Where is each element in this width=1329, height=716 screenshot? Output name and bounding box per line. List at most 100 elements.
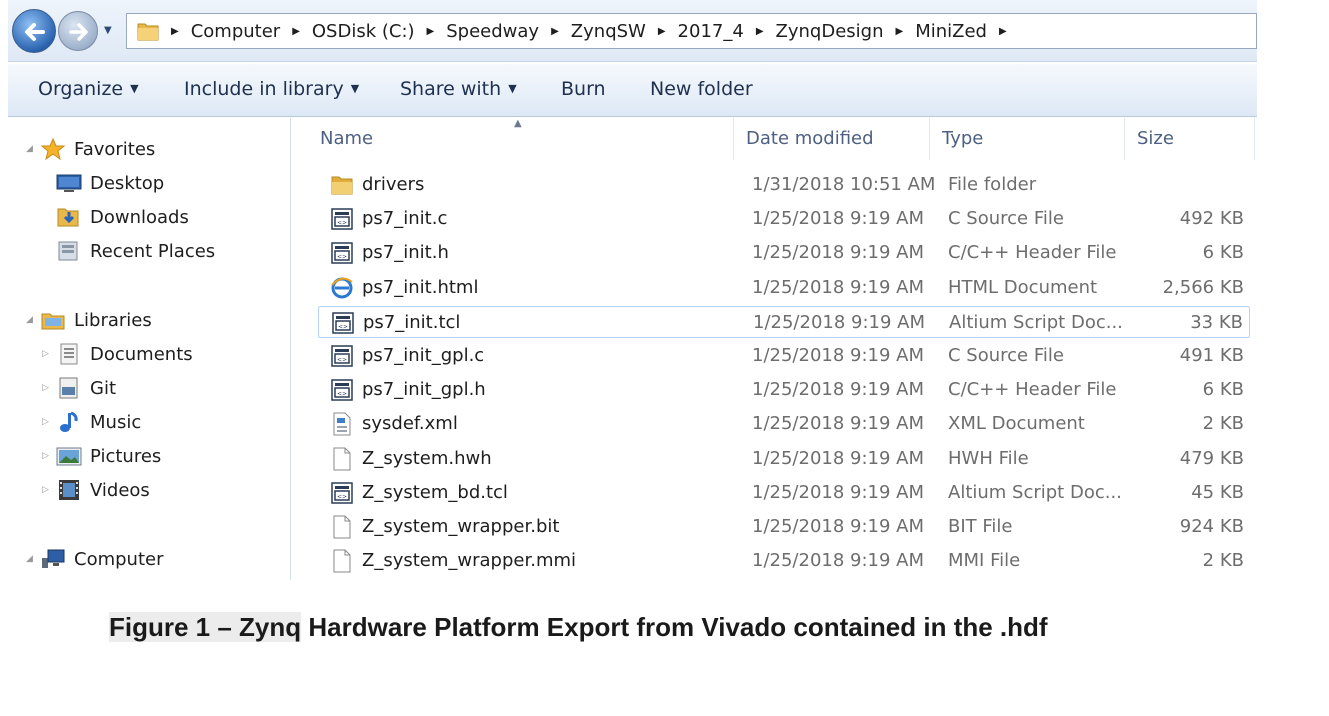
svg-text:<>: <> — [338, 323, 348, 330]
nav-recent-places[interactable]: Recent Places — [56, 236, 215, 266]
file-row[interactable]: <> ps7_init.h 1/25/2018 9:19 AM C/C++ Heade… — [318, 237, 1250, 269]
breadcrumb-item[interactable]: ▶ OSDisk (C:) — [290, 21, 424, 42]
file-name: ps7_init.h — [362, 242, 449, 264]
nav-music[interactable]: ▷ Music — [42, 407, 141, 437]
file-type: HWH File — [948, 447, 1029, 469]
expand-arrow-icon[interactable]: ◢ — [26, 144, 40, 154]
nav-computer[interactable]: ◢ Computer — [26, 544, 163, 574]
file-row[interactable]: <> ps7_init_gpl.h 1/25/2018 9:19 AM C/C++ H… — [318, 374, 1250, 406]
file-type: C/C++ Header File — [948, 242, 1117, 264]
expand-arrow-icon[interactable]: ▷ — [42, 383, 56, 393]
file-list: Name ▲ Date modified Type Size drivers 1/… — [292, 118, 1257, 580]
include-in-library-button[interactable]: Include in library ▼ — [184, 78, 359, 100]
nav-pictures-label: Pictures — [90, 445, 162, 467]
svg-text:<>: <> — [337, 357, 347, 364]
folder-icon — [137, 23, 159, 41]
file-size: 2 KB — [1202, 550, 1244, 572]
file-row[interactable]: <> Z_system_bd.tcl 1/25/2018 9:19 AM Altium… — [318, 477, 1250, 509]
expand-arrow-icon[interactable]: ▷ — [42, 485, 56, 495]
file-row[interactable]: drivers 1/31/2018 10:51 AM File folder — [318, 169, 1250, 201]
svg-text:<>: <> — [337, 254, 347, 261]
nav-videos[interactable]: ▷ Videos — [42, 475, 150, 505]
file-date: 1/25/2018 9:19 AM — [753, 311, 926, 333]
breadcrumb-item[interactable]: ▶ ZynqSW — [549, 21, 656, 42]
breadcrumb-arrow-icon[interactable]: ▶ — [756, 26, 764, 37]
nav-downloads[interactable]: Downloads — [56, 202, 189, 232]
file-date: 1/31/2018 10:51 AM — [752, 174, 936, 195]
breadcrumb: ▶ Computer ▶ OSDisk (C:) ▶ Speedway ▶ ZynqSW ▶ 20… — [169, 21, 1019, 42]
new-folder-button[interactable]: New folder — [650, 78, 753, 100]
breadcrumb-item[interactable]: ▶ Computer — [169, 21, 290, 42]
nav-git-label: Git — [90, 377, 117, 399]
column-header-date-modified[interactable]: Date modified — [734, 118, 930, 160]
expand-arrow-icon[interactable]: ▷ — [42, 349, 56, 359]
expand-arrow-icon[interactable]: ◢ — [26, 315, 40, 325]
breadcrumb-item[interactable]: ▶ Speedway — [425, 21, 550, 42]
breadcrumb-label: Speedway — [446, 20, 540, 42]
breadcrumb-arrow-icon[interactable]: ▶ — [171, 26, 179, 37]
breadcrumb-subfolder-dropdown[interactable]: ▶ — [997, 26, 1019, 37]
file-row[interactable]: ps7_init.html 1/25/2018 9:19 AM HTML Docum… — [318, 272, 1250, 304]
breadcrumb-arrow-icon[interactable]: ▶ — [551, 26, 559, 37]
burn-button[interactable]: Burn — [561, 78, 606, 100]
recent-places-icon — [58, 241, 78, 261]
column-header-size[interactable]: Size — [1125, 118, 1255, 160]
file-type: HTML Document — [948, 276, 1098, 298]
nav-pictures[interactable]: ▷ Pictures — [42, 441, 161, 471]
nav-recent-places-label: Recent Places — [90, 240, 216, 262]
file-date: 1/25/2018 9:19 AM — [752, 413, 925, 435]
file-size: 33 KB — [1190, 311, 1243, 333]
nav-git[interactable]: ▷ Git — [42, 373, 116, 403]
file-date: 1/25/2018 9:19 AM — [752, 447, 925, 469]
file-date: 1/25/2018 9:19 AM — [752, 379, 925, 401]
forward-button[interactable] — [58, 11, 98, 51]
breadcrumb-arrow-icon[interactable]: ▶ — [427, 26, 435, 37]
recent-pages-dropdown-icon[interactable]: ▼ — [104, 25, 118, 37]
sort-ascending-icon: ▲ — [514, 118, 522, 129]
file-row[interactable]: <> ps7_init.c 1/25/2018 9:19 AM C Source Fi… — [318, 203, 1250, 235]
file-name: Z_system_bd.tcl — [362, 481, 508, 503]
back-button[interactable] — [12, 9, 56, 53]
file-row[interactable]: Z_system_wrapper.bit 1/25/2018 9:19 AM BIT… — [318, 511, 1250, 543]
file-row[interactable]: <> ps7_init_gpl.c 1/25/2018 9:19 AM C Sourc… — [318, 340, 1250, 372]
breadcrumb-arrow-icon[interactable]: ▶ — [895, 26, 903, 37]
file-size: 2 KB — [1202, 413, 1244, 435]
command-bar: Organize ▼ Include in library ▼ Share with… — [8, 64, 1257, 117]
nav-desktop[interactable]: Desktop — [56, 168, 164, 198]
share-with-button[interactable]: Share with ▼ — [400, 78, 517, 100]
breadcrumb-arrow-icon[interactable]: ▶ — [999, 26, 1007, 37]
file-size: 492 KB — [1179, 208, 1244, 230]
breadcrumb-arrow-icon[interactable]: ▶ — [658, 26, 666, 37]
file-type: C Source File — [948, 345, 1064, 366]
breadcrumb-item[interactable]: ▶ 2017_4 — [656, 21, 754, 42]
breadcrumb-item[interactable]: ▶ MiniZed — [893, 21, 996, 42]
star-icon — [40, 138, 66, 160]
file-name: ps7_init_gpl.h — [362, 379, 486, 401]
column-size-label: Size — [1137, 128, 1174, 149]
column-header-type[interactable]: Type — [930, 118, 1125, 160]
breadcrumb-item[interactable]: ▶ ZynqDesign — [754, 21, 894, 42]
file-row[interactable]: Z_system.hwh 1/25/2018 9:19 AM HWH File 479… — [318, 443, 1250, 475]
file-date: 1/25/2018 9:19 AM — [752, 516, 925, 537]
breadcrumb-label: ZynqSW — [570, 20, 646, 42]
nav-music-label: Music — [90, 411, 142, 433]
organize-button[interactable]: Organize ▼ — [38, 78, 139, 100]
breadcrumb-arrow-icon[interactable]: ▶ — [292, 26, 300, 37]
svg-text:<>: <> — [337, 493, 347, 500]
file-row[interactable]: Z_system_wrapper.mmi 1/25/2018 9:19 AM MMI… — [318, 545, 1250, 577]
nav-documents[interactable]: ▷ Documents — [42, 339, 193, 369]
nav-libraries[interactable]: ◢ Libraries — [26, 305, 152, 335]
file-type: MMI File — [948, 550, 1021, 572]
desktop-icon — [56, 174, 82, 192]
caption-text: Hardware Platform Export from Vivado con… — [301, 612, 1048, 642]
music-icon — [60, 411, 78, 432]
expand-arrow-icon[interactable]: ▷ — [42, 417, 56, 427]
expand-arrow-icon[interactable]: ◢ — [26, 554, 40, 564]
file-row[interactable]: sysdef.xml 1/25/2018 9:19 AM XML Document 2… — [318, 408, 1250, 440]
address-box[interactable]: ▶ Computer ▶ OSDisk (C:) ▶ Speedway ▶ ZynqSW ▶ 20… — [126, 13, 1257, 49]
file-row[interactable]: <> ps7_init.tcl 1/25/2018 9:19 AM Altium Sc… — [318, 305, 1250, 338]
expand-arrow-icon[interactable]: ▷ — [42, 451, 56, 461]
xml-file-icon — [333, 412, 351, 436]
source-file-icon: <> — [331, 242, 353, 265]
nav-favorites[interactable]: ◢ Favorites — [26, 134, 155, 164]
